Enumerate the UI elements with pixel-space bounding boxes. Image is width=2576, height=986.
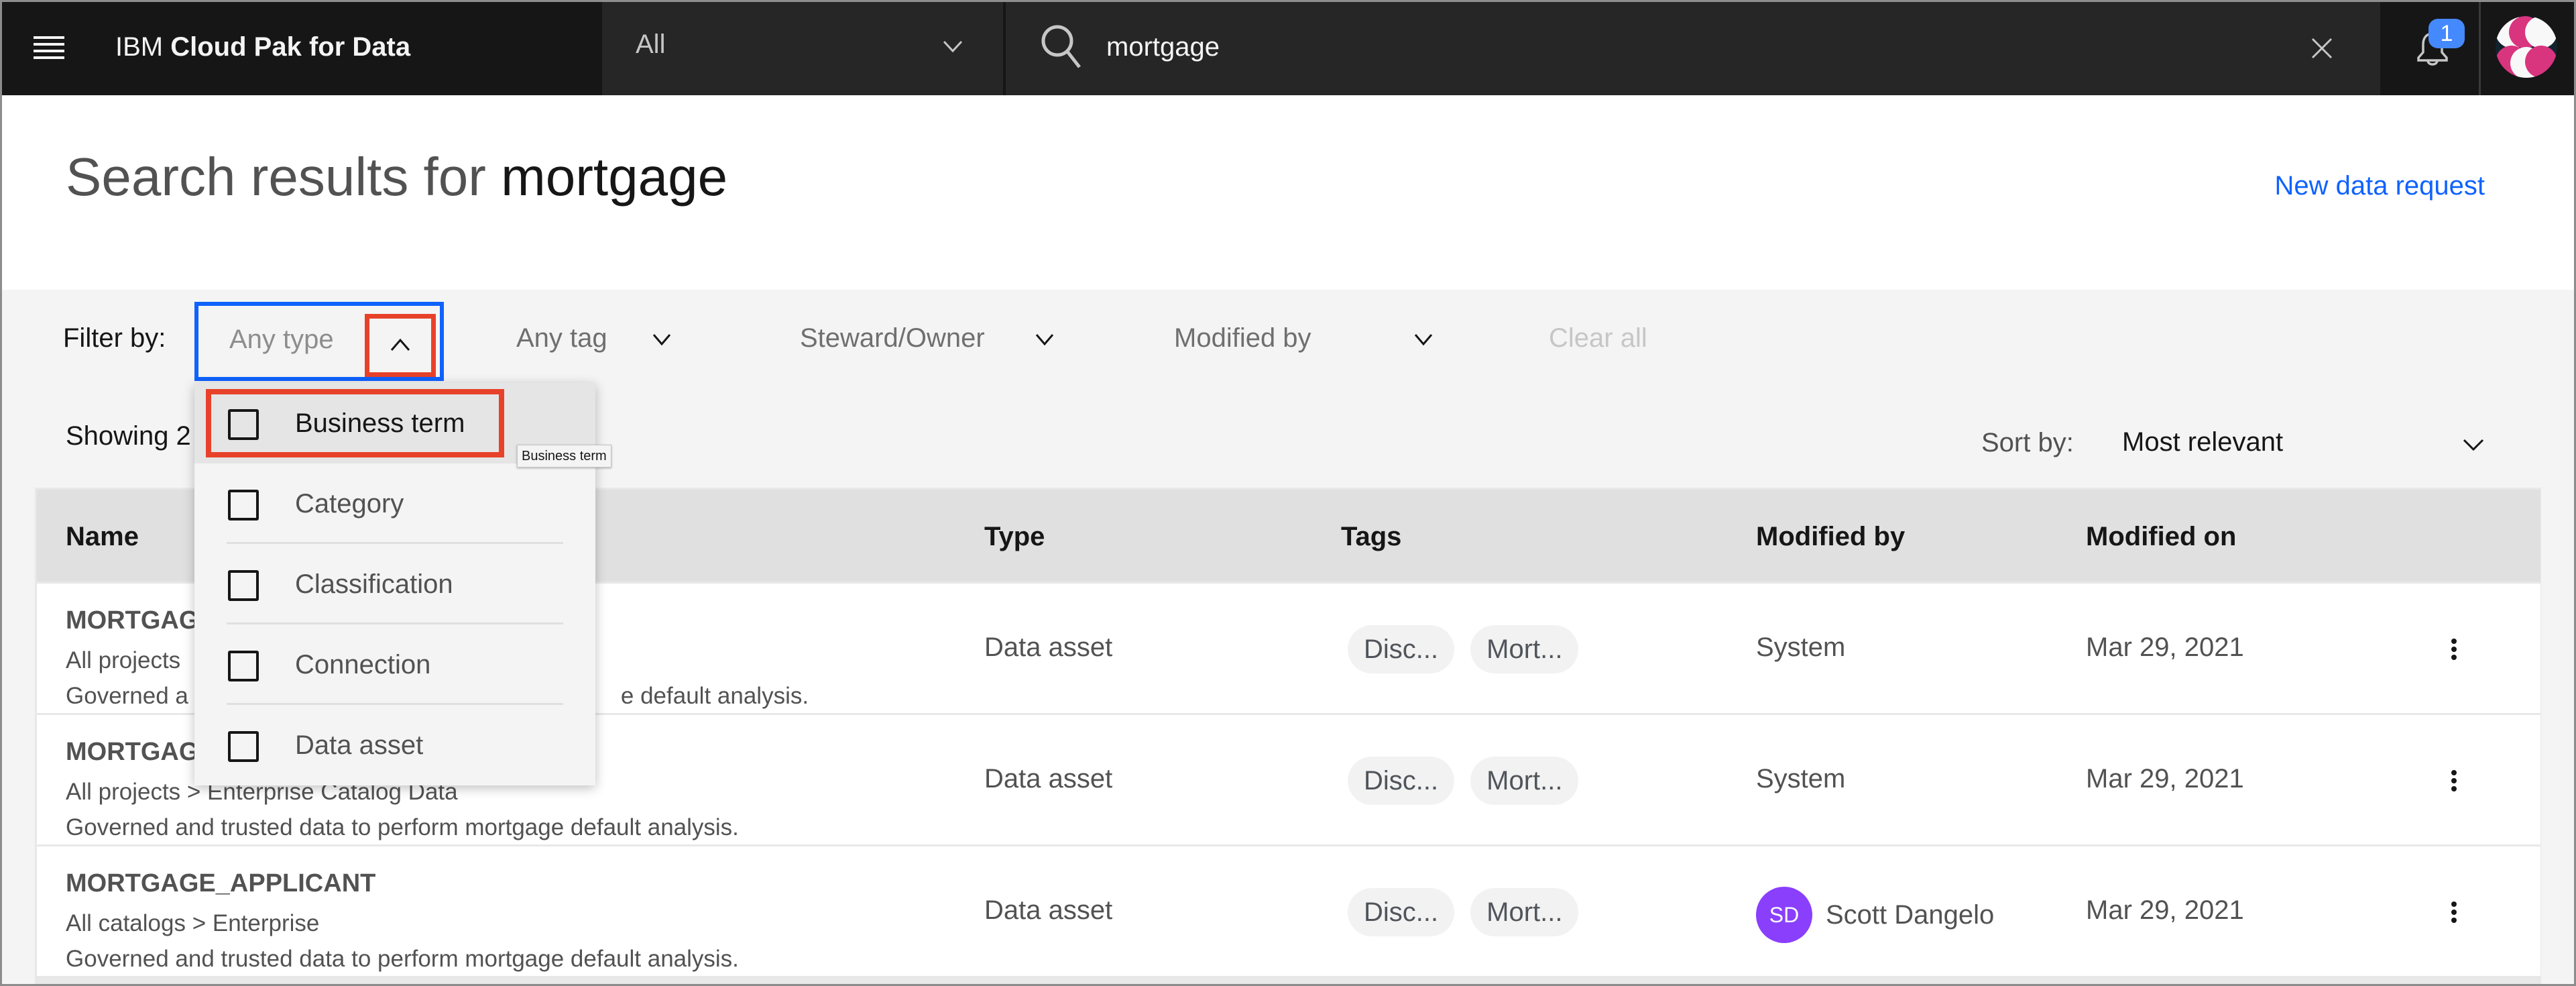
close-icon[interactable]: [2310, 37, 2333, 60]
modified-by-filter-value: Modified by: [1174, 323, 1311, 353]
modified-on: Mar 29, 2021: [2086, 764, 2244, 793]
notifications-button[interactable]: 1: [2380, 0, 2478, 95]
asset-type: Data asset: [984, 633, 1113, 662]
option-label: Category: [295, 489, 404, 518]
tag-chip[interactable]: Mort...: [1470, 757, 1579, 805]
modified-by-name: System: [1756, 764, 1846, 793]
type-filter-value: Any type: [229, 325, 334, 354]
checkbox[interactable]: [228, 651, 259, 681]
search-scope-value: All: [636, 30, 666, 59]
asset-tags: Disc... Mort...: [1348, 757, 1579, 805]
checkbox[interactable]: [228, 731, 259, 762]
asset-name-link[interactable]: MORTGAG: [66, 606, 198, 635]
asset-description: Governed and trusted data to perform mor…: [66, 946, 739, 972]
page-header: Search results for mortgage New data req…: [0, 95, 2576, 290]
hamburger-menu-icon[interactable]: [32, 34, 66, 62]
modified-by-name: Scott Dangelo: [1826, 899, 1995, 930]
search-icon: [1041, 25, 1081, 68]
checkbox[interactable]: [228, 490, 259, 521]
results-count: Showing 2: [66, 421, 191, 451]
chevron-down-icon: [1414, 334, 1432, 346]
type-option-data-asset[interactable]: Data asset: [194, 705, 595, 785]
chevron-down-icon: [943, 40, 963, 53]
page-gutter: [2541, 488, 2576, 986]
type-filter-toggle[interactable]: [365, 314, 436, 377]
modified-on: Mar 29, 2021: [2086, 633, 2244, 662]
modified-by: SD Scott Dangelo: [1756, 887, 1994, 943]
overflow-menu-icon[interactable]: [2444, 899, 2464, 932]
overflow-menu-icon[interactable]: [2444, 636, 2464, 669]
chevron-down-icon: [1035, 334, 1053, 346]
option-label: Connection: [295, 650, 431, 679]
column-header-modified-on[interactable]: Modified on: [2086, 522, 2236, 552]
option-label: Data asset: [295, 730, 424, 760]
asset-name-link[interactable]: MORTGAGE_APPLICANT: [66, 869, 375, 898]
filter-by-label: Filter by:: [63, 323, 166, 353]
column-header-modified-by[interactable]: Modified by: [1756, 522, 1905, 552]
chevron-down-icon: [2463, 439, 2484, 451]
type-option-classification[interactable]: Classification: [194, 544, 595, 624]
asset-name-link[interactable]: MORTGAG: [66, 738, 198, 767]
tooltip: Business term: [517, 445, 611, 468]
asset-description-end: e default analysis.: [620, 683, 809, 709]
table-row[interactable]: MORTGAGE_APPLICANT All catalogs > Enterp…: [37, 846, 2540, 976]
chevron-up-icon: [390, 338, 410, 351]
chevron-down-icon: [652, 334, 670, 346]
asset-tags: Disc... Mort...: [1348, 625, 1579, 673]
modified-on: Mar 29, 2021: [2086, 895, 2244, 925]
steward-owner-filter-dropdown[interactable]: Steward/Owner: [800, 323, 1054, 353]
clear-all-button[interactable]: Clear all: [1549, 323, 1647, 353]
sort-select[interactable]: Most relevant: [2122, 419, 2484, 466]
sort-by-label: Sort by:: [1981, 428, 2074, 457]
global-search: [1004, 0, 2380, 95]
tag-chip[interactable]: Mort...: [1470, 888, 1579, 936]
tag-chip[interactable]: Disc...: [1348, 625, 1455, 673]
search-scope-select[interactable]: All: [602, 0, 1003, 95]
asset-description-start: Governed a: [66, 683, 188, 709]
brand-name: Cloud Pak for Data: [170, 32, 411, 62]
option-label: Classification: [295, 569, 453, 599]
type-option-connection[interactable]: Connection: [194, 624, 595, 705]
column-header-name[interactable]: Name: [66, 522, 139, 552]
tag-chip[interactable]: Mort...: [1470, 625, 1579, 673]
search-input[interactable]: [1106, 20, 2246, 74]
asset-type: Data asset: [984, 895, 1113, 925]
tag-chip[interactable]: Disc...: [1348, 888, 1455, 936]
top-nav-bar: IBM Cloud Pak for Data All 1: [0, 0, 2576, 95]
user-avatar[interactable]: [2479, 0, 2576, 95]
user-initials-avatar: SD: [1756, 887, 1812, 943]
overflow-menu-icon[interactable]: [2444, 767, 2464, 801]
tag-filter-dropdown[interactable]: Any tag: [516, 323, 671, 353]
new-data-request-link[interactable]: New data request: [2274, 171, 2485, 201]
column-header-tags[interactable]: Tags: [1341, 522, 1401, 552]
asset-description: Governed and trusted data to perform mor…: [66, 814, 739, 840]
modified-by-name: System: [1756, 633, 1846, 662]
type-option-category[interactable]: Category: [194, 463, 595, 544]
type-filter-menu: Business term Category Classification Co…: [194, 383, 595, 785]
tag-filter-value: Any tag: [516, 323, 607, 353]
asset-path: All catalogs > Enterprise: [66, 910, 320, 936]
option-label: Business term: [295, 408, 465, 438]
type-filter-dropdown[interactable]: Any type: [194, 302, 444, 381]
modified-by: System: [1756, 764, 1845, 794]
modified-by-filter-dropdown[interactable]: Modified by: [1174, 323, 1433, 353]
checkbox[interactable]: [228, 570, 259, 601]
tag-chip[interactable]: Disc...: [1348, 757, 1455, 805]
modified-by: System: [1756, 633, 1845, 663]
asset-path: All projects: [66, 647, 181, 673]
page-title: Search results for mortgage: [66, 144, 727, 211]
product-name[interactable]: IBM Cloud Pak for Data: [115, 28, 410, 66]
page-title-query: mortgage: [501, 147, 728, 207]
asset-type: Data asset: [984, 764, 1113, 793]
sort-value: Most relevant: [2122, 427, 2284, 457]
column-header-type[interactable]: Type: [984, 522, 1045, 552]
page-title-prefix: Search results for: [66, 147, 486, 207]
user-avatar-icon: [2496, 16, 2557, 78]
notification-badge: 1: [2428, 19, 2465, 48]
steward-filter-value: Steward/Owner: [800, 323, 985, 353]
asset-tags: Disc... Mort...: [1348, 888, 1579, 936]
brand-prefix: IBM: [115, 32, 164, 62]
checkbox[interactable]: [228, 409, 259, 440]
